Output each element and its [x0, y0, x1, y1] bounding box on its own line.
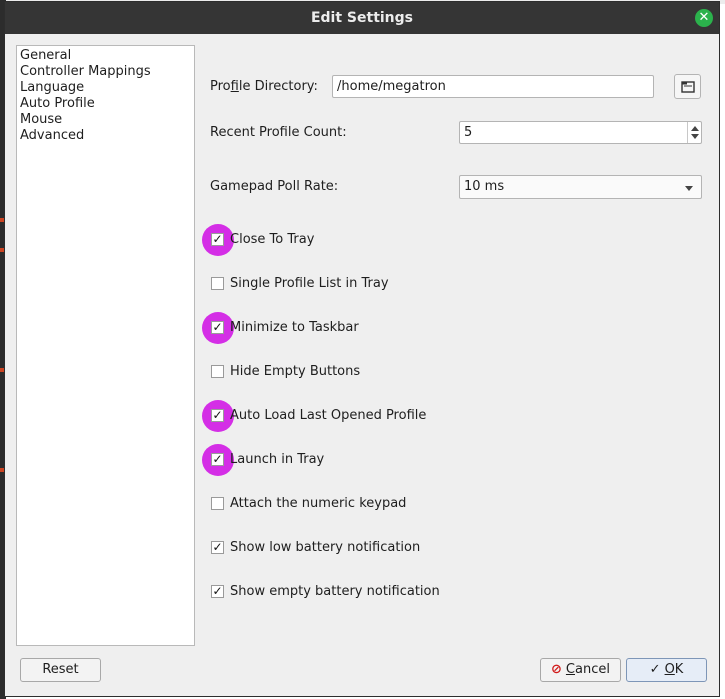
profile-directory-field[interactable]: /home/megatron — [332, 75, 654, 98]
nav-item-general[interactable]: General — [17, 48, 194, 64]
settings-category-list: General Controller Mappings Language Aut… — [16, 45, 195, 646]
checkbox-launch-in-tray[interactable]: ✓ Launch in Tray — [202, 444, 506, 476]
checkbox-box[interactable] — [211, 497, 224, 510]
checkbox-label: Attach the numeric keypad — [230, 496, 407, 511]
spin-down-icon[interactable] — [691, 134, 699, 139]
nav-item-controller-mappings[interactable]: Controller Mappings — [17, 64, 194, 80]
checkbox-hide-empty-buttons[interactable]: Hide Empty Buttons — [206, 357, 506, 387]
ok-button[interactable]: ✓ OK — [626, 658, 707, 682]
checkbox-box[interactable] — [211, 277, 224, 290]
checkbox-auto-load-last-opened-profile[interactable]: ✓ Auto Load Last Opened Profile — [202, 400, 506, 432]
checkbox-attach-numeric-keypad[interactable]: Attach the numeric keypad — [206, 489, 506, 519]
checkbox-label: Show low battery notification — [230, 540, 421, 555]
checkbox-box[interactable]: ✓ — [211, 321, 224, 334]
spin-up-icon[interactable] — [691, 126, 699, 131]
spin-arrows[interactable] — [687, 122, 701, 143]
profile-directory-label: Profile Directory: — [210, 79, 318, 94]
gamepad-poll-rate-label: Gamepad Poll Rate: — [210, 179, 339, 194]
checkbox-box[interactable]: ✓ — [211, 541, 224, 554]
check-icon: ✓ — [649, 662, 661, 677]
reset-button[interactable]: Reset — [20, 658, 101, 682]
nav-item-mouse[interactable]: Mouse — [17, 112, 194, 128]
checkbox-box[interactable]: ✓ — [211, 409, 224, 422]
nav-item-advanced[interactable]: Advanced — [17, 128, 194, 144]
checkbox-label: Single Profile List in Tray — [230, 276, 389, 291]
checkbox-label: Hide Empty Buttons — [230, 364, 361, 379]
checkbox-box[interactable]: ✓ — [211, 585, 224, 598]
checkbox-label: Show empty battery notification — [230, 584, 440, 599]
title-bar: Edit Settings ✕ — [5, 2, 719, 34]
checkbox-single-profile-list-in-tray[interactable]: Single Profile List in Tray — [206, 269, 506, 299]
checkbox-box[interactable]: ✓ — [211, 453, 224, 466]
recent-profile-count-label: Recent Profile Count: — [210, 125, 347, 140]
checkbox-show-low-battery-notification[interactable]: ✓ Show low battery notification — [206, 533, 506, 563]
checkbox-box[interactable] — [211, 365, 224, 378]
recent-profile-count-value: 5 — [464, 125, 473, 140]
browse-directory-button[interactable] — [674, 74, 701, 99]
edit-settings-dialog: Edit Settings ✕ General Controller Mappi… — [4, 1, 720, 697]
checkbox-box[interactable]: ✓ — [211, 233, 224, 246]
checkbox-minimize-to-taskbar[interactable]: ✓ Minimize to Taskbar — [202, 312, 506, 344]
checkbox-label: Auto Load Last Opened Profile — [230, 408, 427, 423]
nav-item-auto-profile[interactable]: Auto Profile — [17, 96, 194, 112]
close-icon[interactable]: ✕ — [695, 9, 713, 27]
gamepad-poll-rate-select[interactable]: 10 ms — [459, 175, 702, 199]
checkbox-label: Minimize to Taskbar — [230, 320, 359, 335]
cancel-icon: ⊘ — [551, 662, 562, 677]
dialog-title: Edit Settings — [310, 10, 414, 26]
gamepad-poll-rate-value: 10 ms — [464, 179, 505, 194]
checkbox-label: Launch in Tray — [230, 452, 325, 467]
folder-icon — [681, 81, 695, 93]
nav-item-language[interactable]: Language — [17, 80, 194, 96]
cancel-button[interactable]: ⊘ Cancel — [540, 658, 621, 682]
chevron-down-icon — [685, 186, 693, 191]
checkbox-close-to-tray[interactable]: ✓ Close To Tray — [202, 224, 506, 256]
recent-profile-count-spinbox[interactable]: 5 — [459, 121, 702, 144]
checkbox-label: Close To Tray — [230, 232, 315, 247]
checkbox-show-empty-battery-notification[interactable]: ✓ Show empty battery notification — [206, 577, 506, 607]
